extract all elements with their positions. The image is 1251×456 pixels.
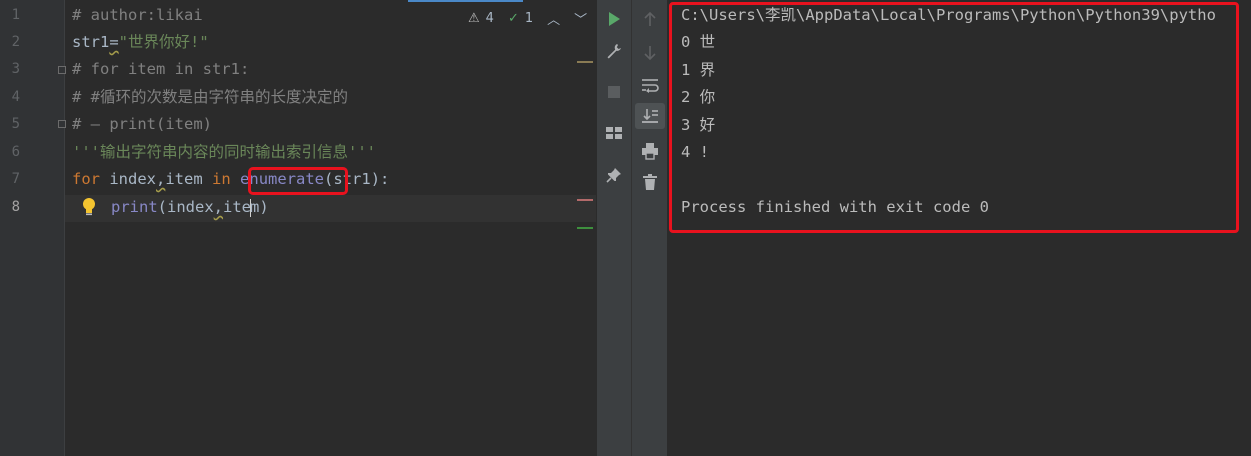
arrow-down-icon	[643, 46, 656, 61]
code-editor[interactable]: 1 2 3 4 5 6 7 8 # author:likai str1="世界你…	[0, 0, 596, 456]
comment-text: # author:likai	[72, 6, 203, 24]
stop-button[interactable]	[597, 79, 631, 105]
call-args: (index	[157, 198, 214, 216]
loop-var-item: item	[165, 170, 213, 188]
code-line-2[interactable]: str1="世界你好!"	[72, 29, 209, 56]
clear-all-button[interactable]	[632, 169, 667, 195]
editor-tab-indicator	[408, 0, 523, 2]
keyword-in: in	[212, 170, 231, 188]
pin-tab-button[interactable]	[597, 162, 631, 188]
code-line-4[interactable]: # #循环的次数是由字符串的长度决定的	[72, 84, 348, 111]
check-icon: ✓	[507, 10, 519, 26]
code-line-3[interactable]: # for item in str1:	[72, 56, 249, 83]
line-number: 1	[11, 7, 20, 23]
line-number: 3	[11, 61, 20, 77]
chevron-down-icon[interactable]: ﹀	[574, 9, 587, 28]
comma: ,	[156, 170, 166, 188]
line-number-current: 8	[11, 199, 20, 215]
code-line-8[interactable]: print(index,item)	[111, 194, 269, 221]
warning-count: 4	[485, 10, 494, 26]
line-number: 7	[11, 171, 20, 187]
run-toolbar-secondary	[631, 0, 667, 456]
comment-text: # — print(item)	[72, 115, 212, 133]
soft-wrap-button[interactable]	[632, 72, 667, 98]
keyword-for: for	[72, 170, 100, 188]
line-number: 6	[11, 144, 20, 160]
operator: =	[109, 33, 119, 51]
wrench-icon	[607, 44, 621, 59]
line-number-gutter: 1 2 3 4 5 6 7 8	[0, 0, 66, 456]
comment-text: # #循环的次数是由字符串的长度决定的	[72, 88, 348, 106]
variable-name: str1	[72, 33, 110, 51]
docstring-text: '''输出字符串内容的同时输出索引信息'''	[72, 143, 376, 161]
code-line-5[interactable]: # — print(item)	[72, 111, 212, 138]
comment-text: # for item in str1:	[72, 60, 250, 78]
run-toolbar-primary	[596, 0, 631, 456]
error-stripe-marker[interactable]	[577, 61, 593, 63]
arrow-up-icon	[643, 11, 656, 26]
soft-wrap-icon	[641, 79, 659, 93]
comma: ,	[213, 198, 224, 216]
line-number: 4	[11, 89, 20, 105]
fold-toggle-icon[interactable]	[58, 66, 66, 74]
print-icon	[641, 143, 658, 160]
error-stripe-marker[interactable]	[577, 227, 593, 229]
loop-var-index: index	[100, 170, 156, 188]
print-button[interactable]	[632, 138, 667, 164]
settings-button[interactable]	[597, 38, 631, 64]
string-literal: "世界你好!"	[118, 33, 209, 51]
run-icon	[609, 12, 620, 26]
layout-icon	[606, 127, 622, 139]
arg-item-end: m)	[250, 198, 269, 216]
stop-icon	[608, 86, 620, 98]
warning-icon: ⚠	[468, 10, 480, 26]
fold-toggle-icon[interactable]	[58, 120, 66, 128]
builtin-print: print	[111, 198, 158, 216]
chevron-up-icon[interactable]: ︿	[547, 9, 560, 28]
scroll-to-end-icon	[642, 109, 658, 123]
inspection-widget[interactable]: ⚠ 4 ✓ 1 ︿ ﹀	[468, 6, 587, 30]
previous-occurrence-button[interactable]	[632, 6, 667, 32]
arg-item: ite	[223, 198, 252, 216]
enumerate-highlight-box	[248, 167, 348, 195]
trash-icon	[642, 174, 657, 190]
console-highlight-frame	[669, 2, 1239, 233]
scroll-to-end-button[interactable]	[635, 103, 665, 129]
error-stripe-marker[interactable]	[577, 199, 593, 201]
rerun-button[interactable]	[597, 6, 631, 32]
code-line-6[interactable]: '''输出字符串内容的同时输出索引信息'''	[72, 139, 376, 166]
code-line-1[interactable]: # author:likai	[72, 2, 203, 29]
ok-count: 1	[524, 10, 534, 26]
lightbulb-icon[interactable]	[80, 197, 98, 217]
next-occurrence-button[interactable]	[632, 40, 667, 66]
layout-button[interactable]	[597, 120, 631, 146]
line-number: 2	[11, 34, 20, 50]
pin-icon	[606, 168, 621, 183]
line-number: 5	[11, 116, 20, 132]
